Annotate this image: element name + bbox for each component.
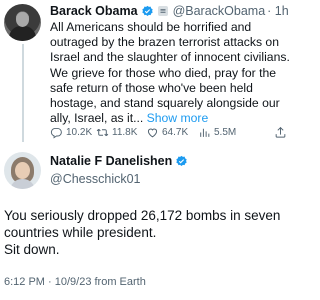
reply-icon (50, 127, 62, 139)
share-button[interactable] (274, 126, 290, 139)
reply-button[interactable]: 10.2K (50, 126, 96, 139)
reply-count: 10.2K (66, 126, 93, 138)
avatar-barack-obama[interactable] (4, 4, 41, 41)
tweet-text-content: All Americans should be horrified and ou… (50, 20, 290, 126)
views-button[interactable]: 5.5M (198, 126, 262, 139)
avatar-face (15, 162, 30, 179)
share-icon (275, 126, 286, 138)
avatar-face (16, 12, 29, 27)
retweet-button[interactable]: 11.8K (96, 126, 146, 139)
like-button[interactable]: 64.7K (146, 126, 198, 139)
views-count: 5.5M (214, 126, 237, 138)
avatar-figure (9, 26, 36, 41)
tweet-header: Barack Obama @BarackObama · 1h (50, 2, 289, 20)
retweet-icon (96, 128, 109, 136)
reply-text-line: You seriously dropped 26,172 bombs in se… (4, 208, 281, 240)
like-count: 64.7K (162, 126, 189, 138)
avatar-figure (10, 179, 35, 189)
reply-author-handle[interactable]: @Chesschick01 (50, 172, 141, 186)
reply-timestamp[interactable]: 6:12 PM · 10/9/23 from Earth (4, 276, 146, 288)
reply-text-line: Sit down. (4, 241, 60, 257)
tweet-actions: 10.2K 11.8K 64.7K 5.5M (50, 124, 290, 140)
like-icon (147, 128, 158, 137)
original-tweet[interactable]: Barack Obama @BarackObama · 1h All Ameri… (0, 0, 295, 142)
verified-badge-icon (141, 5, 154, 18)
retweet-count: 11.8K (112, 126, 138, 138)
tweet-time[interactable]: · 1h (267, 4, 289, 18)
reply-tweet-text: You seriously dropped 26,172 bombs in se… (4, 208, 292, 258)
thread-connector-line (22, 44, 24, 142)
author-name[interactable]: Barack Obama (50, 4, 138, 18)
verified-badge-icon (175, 155, 188, 168)
tweet-text: All Americans should be horrified and ou… (50, 20, 290, 126)
government-badge-icon (157, 5, 169, 17)
views-icon (200, 128, 210, 137)
reply-author-name[interactable]: Natalie F Danelishen (50, 154, 172, 168)
author-handle[interactable]: @BarackObama (173, 4, 266, 18)
avatar-natalie-danelishen[interactable] (4, 152, 41, 189)
reply-author-row: Natalie F Danelishen (50, 154, 188, 168)
